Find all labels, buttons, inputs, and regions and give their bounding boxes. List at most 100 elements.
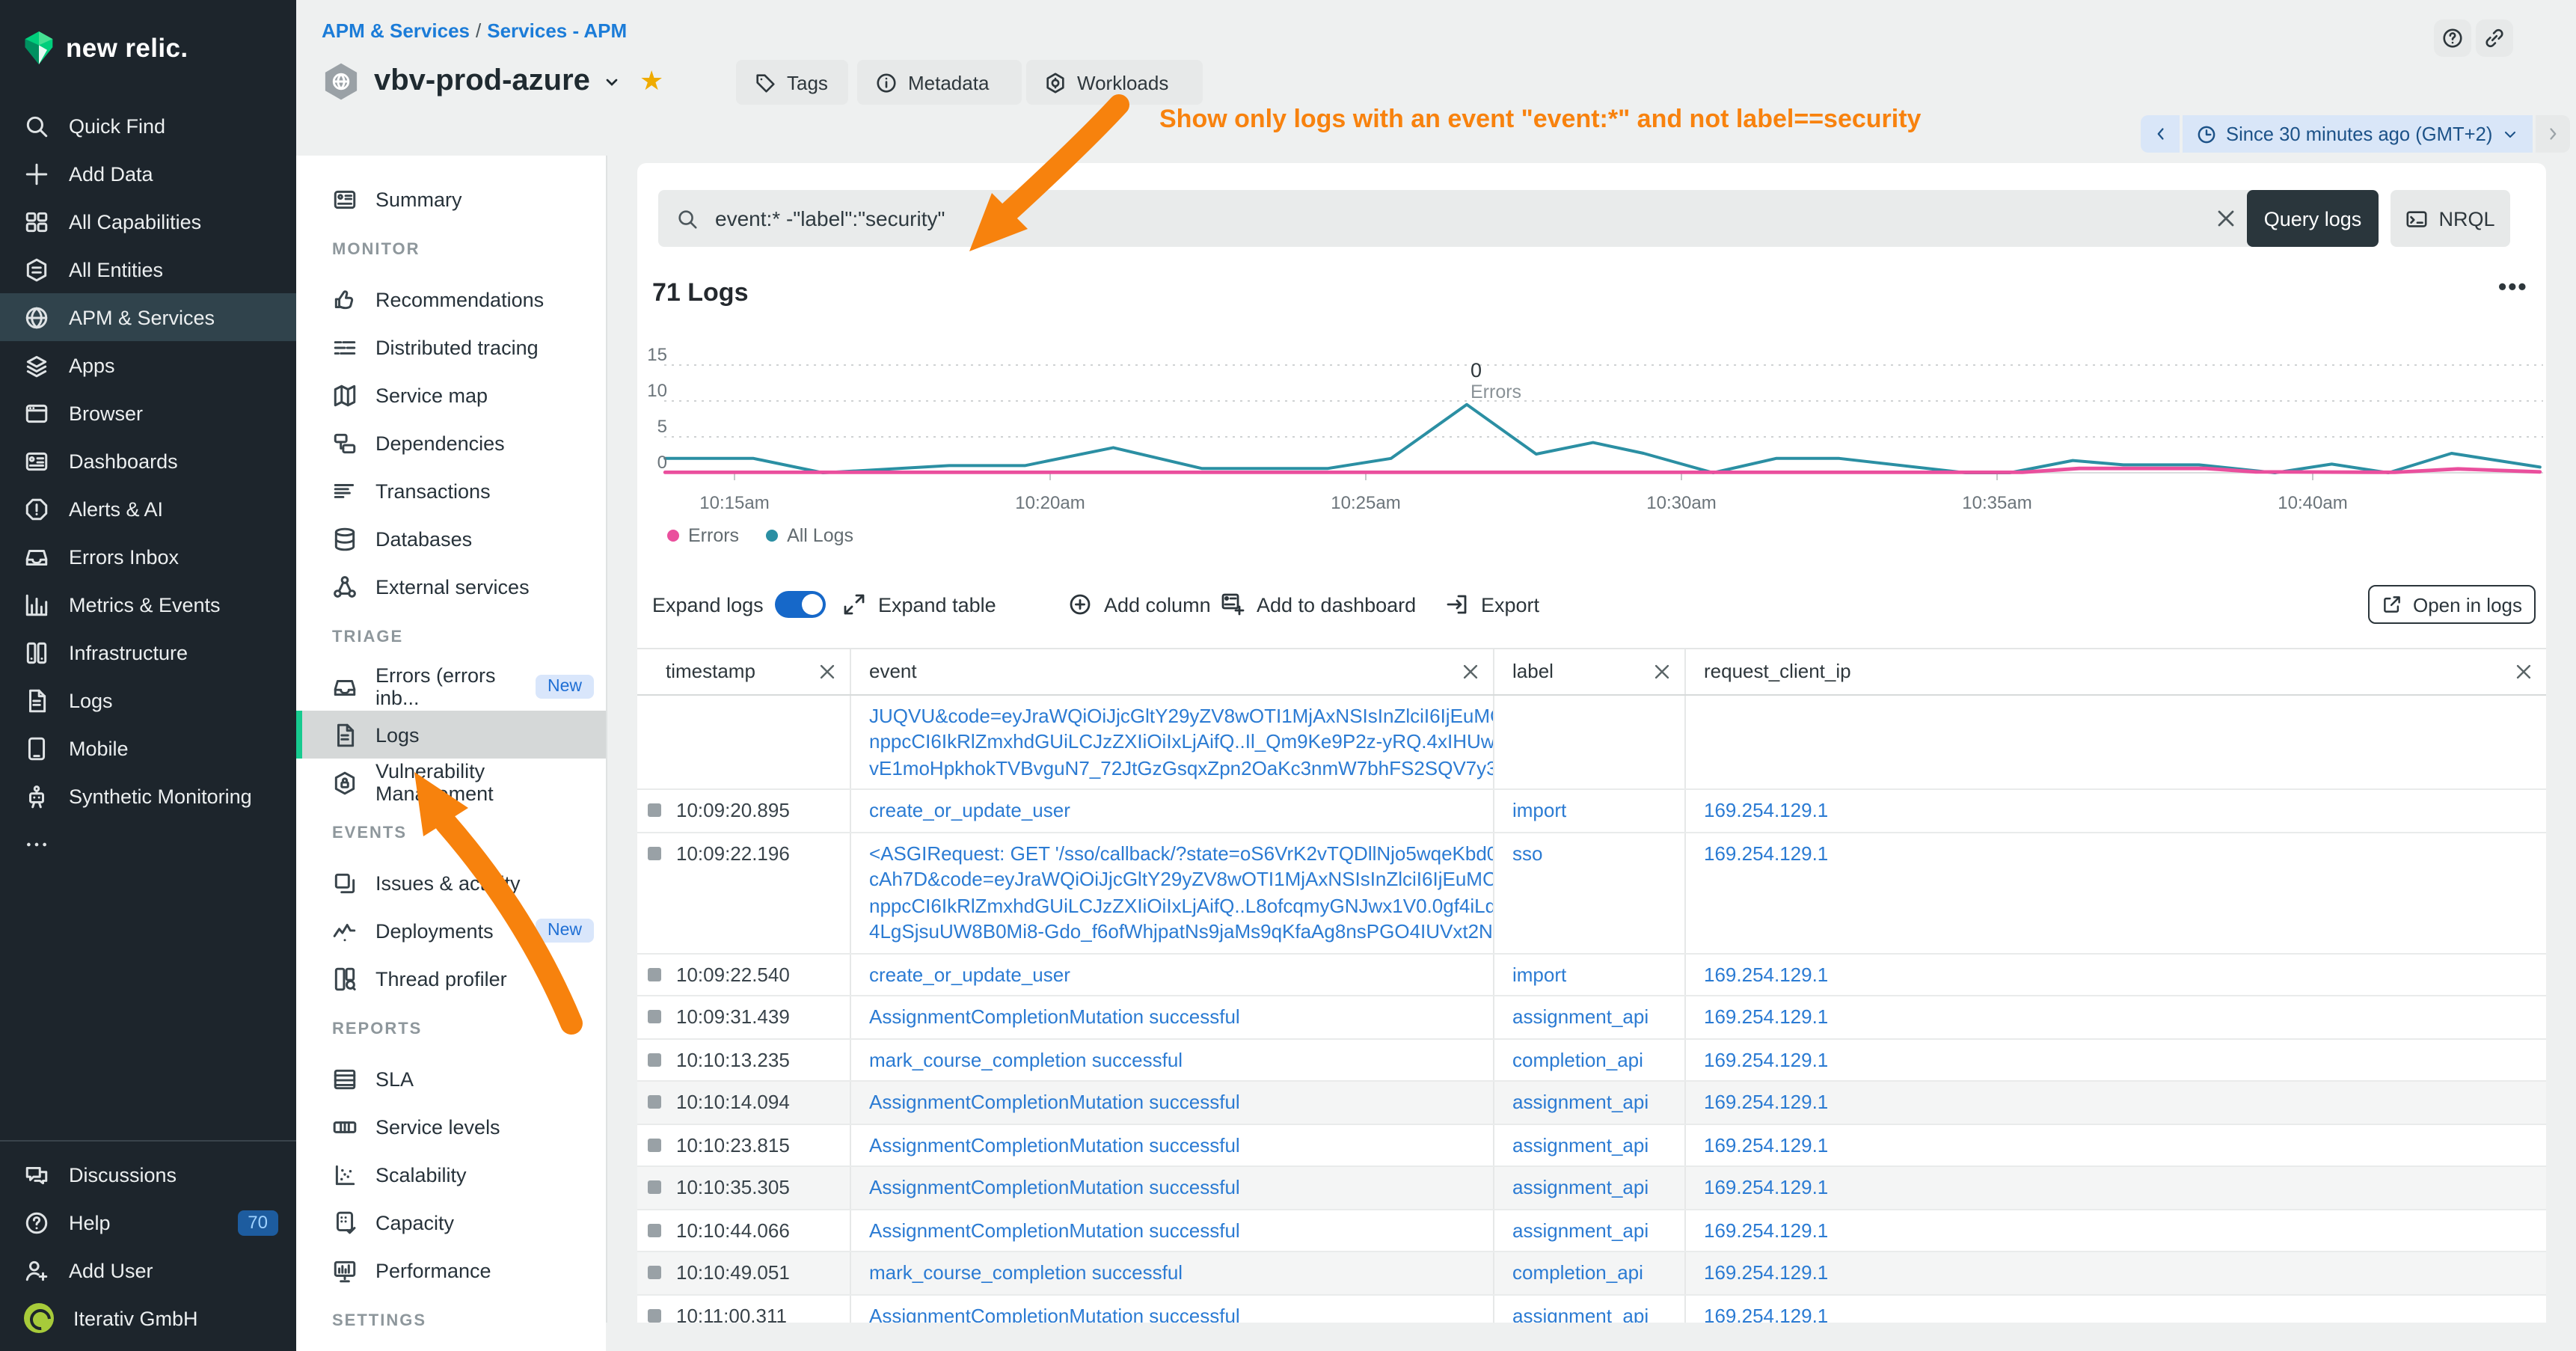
event-link[interactable]: create_or_update_user [869, 797, 1481, 824]
ip-link[interactable]: 169.254.129.1 [1704, 799, 1828, 821]
metadata-button[interactable]: Metadata [857, 60, 1022, 105]
event-link[interactable]: AssignmentCompletionMutation successful [869, 1174, 1481, 1201]
event-link[interactable]: nppcCI6IkRlZmxhdGUiLCJzZXIiOiIxLjAifQ..I… [869, 729, 1481, 755]
sidebar-item-metrics-events[interactable]: Metrics & Events [0, 580, 296, 628]
sidebar-item-mobile[interactable]: Mobile [0, 724, 296, 772]
column-header-timestamp[interactable]: timestamp [637, 649, 851, 693]
breadcrumb-link-services-apm[interactable]: Services - APM [487, 19, 627, 42]
sidebar-item-browser[interactable]: Browser [0, 389, 296, 437]
secondary-item-external-services[interactable]: External services [296, 563, 606, 610]
sidebar-item-discussions[interactable]: Discussions [0, 1151, 296, 1198]
secondary-item-transactions[interactable]: Transactions [296, 467, 606, 515]
expand-table-button[interactable]: Expand table [842, 585, 996, 624]
secondary-item-service-levels[interactable]: Service levels [296, 1103, 606, 1151]
logs-timeseries-chart[interactable] [643, 337, 2552, 486]
ip-link[interactable]: 169.254.129.1 [1704, 1219, 1828, 1241]
sidebar-item-synthetic-monitoring[interactable]: Synthetic Monitoring [0, 772, 296, 820]
secondary-item-sla[interactable]: SLA [296, 1055, 606, 1103]
export-button[interactable]: Export [1445, 585, 1539, 624]
sidebar-item-logs[interactable]: Logs [0, 676, 296, 724]
event-link[interactable]: AssignmentCompletionMutation successful [869, 1089, 1481, 1115]
table-row[interactable]: 10:10:44.066AssignmentCompletionMutation… [637, 1210, 2546, 1252]
event-link[interactable]: mark_course_completion successful [869, 1260, 1481, 1286]
remove-column-button[interactable] [1652, 661, 1672, 682]
tags-button[interactable]: Tags [736, 60, 848, 105]
sidebar-item-help[interactable]: Help70 [0, 1198, 296, 1246]
row-checkbox[interactable] [648, 967, 661, 981]
row-checkbox[interactable] [648, 1223, 661, 1237]
time-back-button[interactable] [2141, 115, 2180, 153]
new-relic-logo[interactable]: new relic. [22, 30, 188, 66]
label-link[interactable]: completion_api [1512, 1048, 1643, 1070]
sidebar-item-dashboards[interactable]: Dashboards [0, 437, 296, 485]
sidebar-item-apm-services[interactable]: APM & Services [0, 293, 296, 341]
secondary-item-recommendations[interactable]: Recommendations [296, 275, 606, 323]
secondary-item-dependencies[interactable]: Dependencies [296, 419, 606, 467]
remove-column-button[interactable] [817, 661, 838, 682]
sidebar-item-all-capabilities[interactable]: All Capabilities [0, 197, 296, 245]
label-link[interactable]: sso [1512, 842, 1542, 864]
log-query-input[interactable]: event:* -"label":"security" [715, 206, 2198, 230]
secondary-item-issues-activity[interactable]: Issues & activity [296, 859, 606, 907]
row-checkbox[interactable] [648, 1308, 661, 1322]
secondary-item-errors-errors-inb-[interactable]: Errors (errors inb...New [296, 663, 606, 711]
remove-column-button[interactable] [2513, 661, 2534, 682]
sidebar-item-more[interactable] [0, 820, 296, 868]
favorite-star-icon[interactable]: ★ [640, 66, 663, 97]
table-row[interactable]: 10:10:14.094AssignmentCompletionMutation… [637, 1082, 2546, 1124]
secondary-item-databases[interactable]: Databases [296, 515, 606, 563]
label-link[interactable]: import [1512, 963, 1566, 985]
secondary-item-distributed-tracing[interactable]: Distributed tracing [296, 323, 606, 371]
add-to-dashboard-button[interactable]: Add to dashboard [1221, 585, 1416, 624]
sidebar-item-errors-inbox[interactable]: Errors Inbox [0, 533, 296, 580]
table-row[interactable]: 10:09:20.895create_or_update_userimport1… [637, 790, 2546, 833]
secondary-item-vulnerability-management[interactable]: Vulnerability Management [296, 759, 606, 806]
table-row[interactable]: 10:10:13.235mark_course_completion succe… [637, 1039, 2546, 1082]
column-header-request_client_ip[interactable]: request_client_ip [1686, 649, 2546, 693]
table-row[interactable]: 10:09:31.439AssignmentCompletionMutation… [637, 996, 2546, 1039]
row-checkbox[interactable] [648, 803, 661, 817]
time-forward-button[interactable] [2536, 115, 2570, 153]
legend-item-errors[interactable]: Errors [667, 525, 739, 546]
workloads-button[interactable]: Workloads [1026, 60, 1203, 105]
label-link[interactable]: assignment_api [1512, 1091, 1649, 1113]
label-link[interactable]: assignment_api [1512, 1005, 1649, 1028]
event-link[interactable]: AssignmentCompletionMutation successful [869, 1004, 1481, 1030]
row-checkbox[interactable] [648, 1053, 661, 1066]
event-link[interactable]: cAh7D&code=eyJraWQiOiJjcGltY29yZV8wOTI1M… [869, 866, 1481, 892]
ip-link[interactable]: 169.254.129.1 [1704, 1176, 1828, 1198]
ip-link[interactable]: 169.254.129.1 [1704, 842, 1828, 864]
row-checkbox[interactable] [648, 1138, 661, 1151]
entity-name[interactable]: vbv-prod-azure [374, 64, 590, 99]
label-link[interactable]: assignment_api [1512, 1133, 1649, 1156]
secondary-item-scalability[interactable]: Scalability [296, 1151, 606, 1198]
permalink-button[interactable] [2476, 19, 2513, 57]
query-logs-button[interactable]: Query logs [2247, 190, 2379, 247]
sidebar-item-add-data[interactable]: Add Data [0, 150, 296, 197]
label-link[interactable]: completion_api [1512, 1261, 1643, 1284]
ip-link[interactable]: 169.254.129.1 [1704, 963, 1828, 985]
sidebar-item-iterativ-gmbh[interactable]: Iterativ GmbH [0, 1294, 296, 1342]
remove-column-button[interactable] [1460, 661, 1481, 682]
table-row[interactable]: JUQVU&code=eyJraWQiOiJjcGltY29yZV8wOTI1M… [637, 695, 2546, 790]
secondary-item-summary[interactable]: Summary [296, 175, 606, 223]
log-search-bar[interactable]: event:* -"label":"security" [658, 190, 2259, 247]
event-link[interactable]: AssignmentCompletionMutation successful [869, 1217, 1481, 1243]
row-checkbox[interactable] [648, 1095, 661, 1109]
event-link[interactable]: JUQVU&code=eyJraWQiOiJjcGltY29yZV8wOTI1M… [869, 702, 1481, 729]
table-row[interactable]: 10:10:23.815AssignmentCompletionMutation… [637, 1124, 2546, 1167]
ip-link[interactable]: 169.254.129.1 [1704, 1005, 1828, 1028]
row-checkbox[interactable] [648, 1010, 661, 1023]
ip-link[interactable]: 169.254.129.1 [1704, 1133, 1828, 1156]
add-column-button[interactable]: Add column [1068, 585, 1211, 624]
secondary-item-thread-profiler[interactable]: Thread profiler [296, 955, 606, 1002]
entity-chevron-down-icon[interactable] [604, 73, 622, 91]
event-link[interactable]: nppcCI6IkRlZmxhdGUiLCJzZXIiOiIxLjAifQ..L… [869, 892, 1481, 919]
secondary-item-performance[interactable]: Performance [296, 1246, 606, 1294]
column-header-label[interactable]: label [1494, 649, 1686, 693]
sidebar-item-infrastructure[interactable]: Infrastructure [0, 628, 296, 676]
secondary-item-capacity[interactable]: Capacity [296, 1198, 606, 1246]
label-link[interactable]: import [1512, 799, 1566, 821]
table-row[interactable]: 10:09:22.540create_or_update_userimport1… [637, 954, 2546, 996]
event-link[interactable]: 4LgSjsuUW8B0Mi8-Gdo_f6ofWhjpatNs9jaMs9qK… [869, 919, 1481, 945]
